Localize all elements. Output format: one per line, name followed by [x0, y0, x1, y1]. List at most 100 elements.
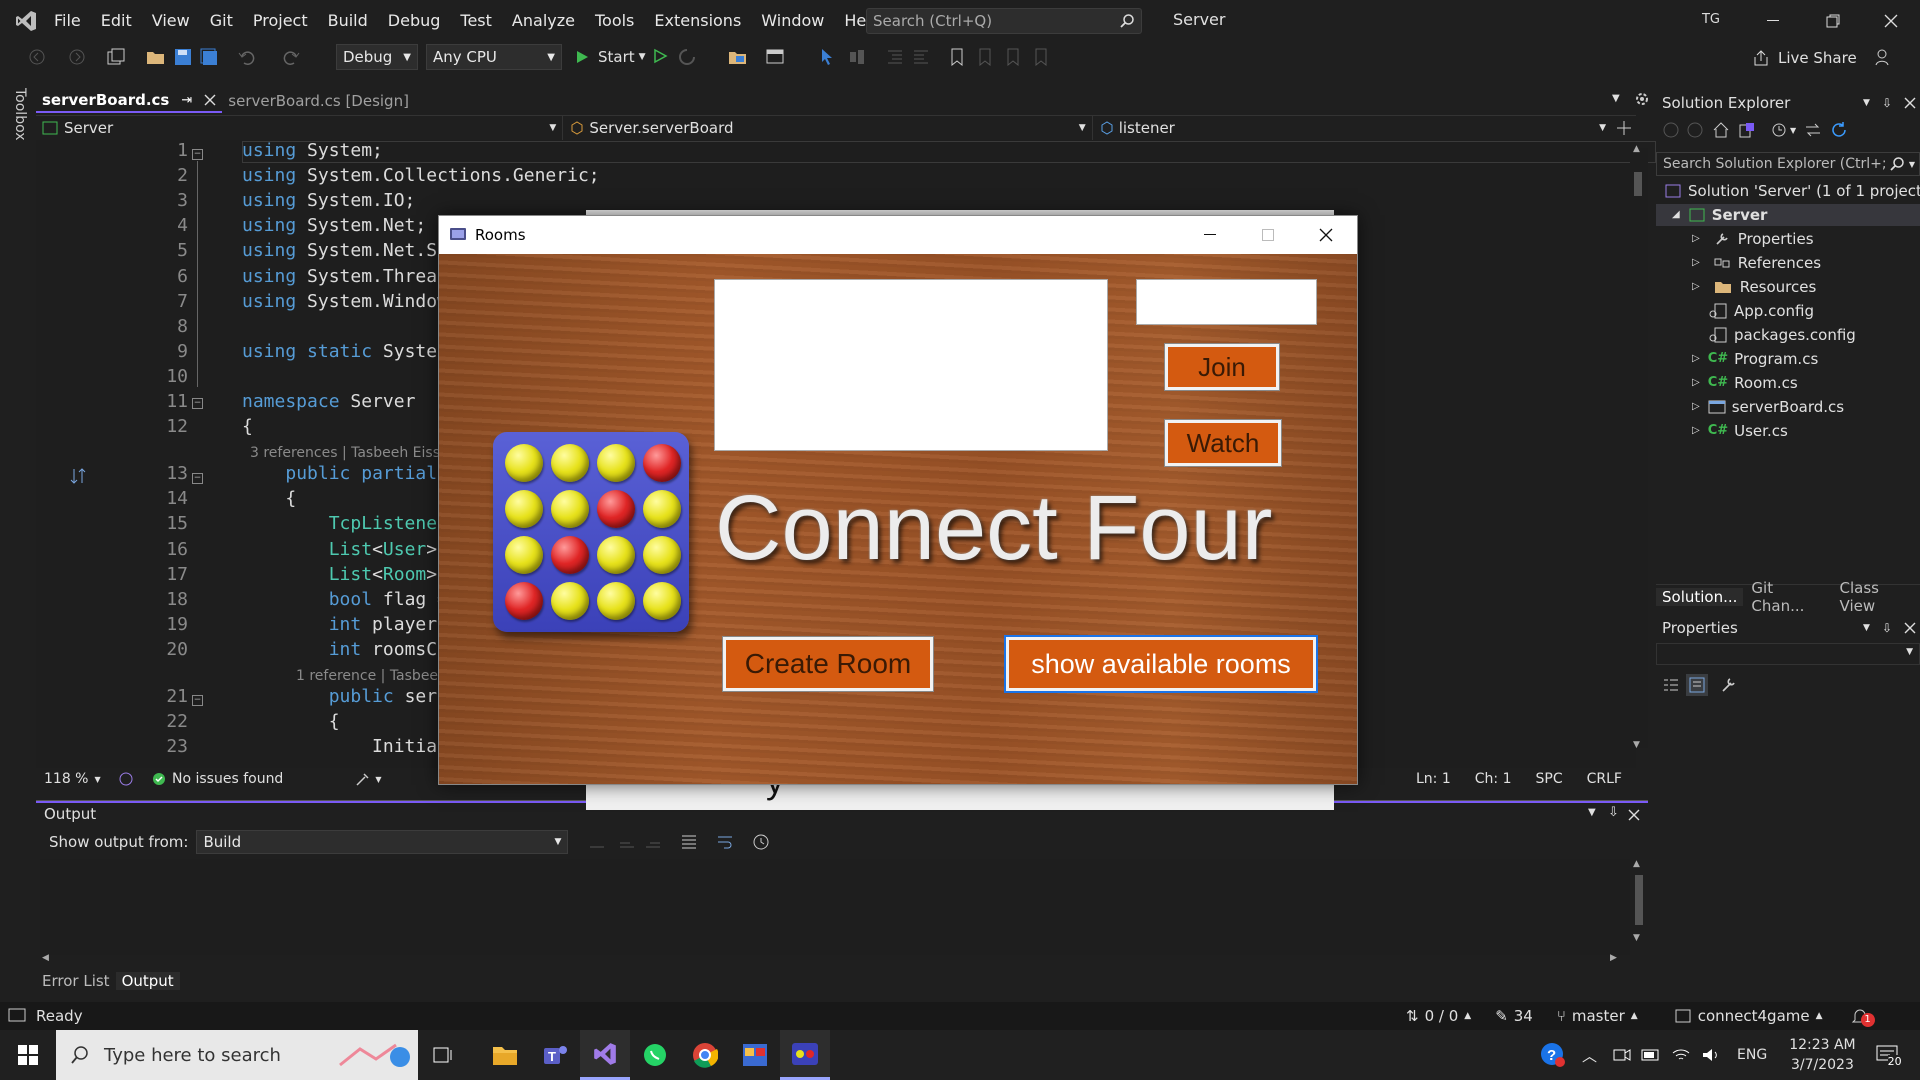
avatar[interactable]: TG	[1696, 7, 1726, 33]
solution-search-input[interactable]: Search Solution Explorer (Ctrl+; ▼	[1656, 152, 1920, 176]
wifi-icon[interactable]	[1671, 1047, 1691, 1063]
collapse-icon[interactable]: −	[192, 695, 203, 706]
commits-count[interactable]: 0 / 0	[1425, 1007, 1459, 1025]
next-message-icon[interactable]	[644, 835, 662, 849]
chevron-down-icon[interactable]: ▼	[1588, 807, 1596, 818]
folder-icon[interactable]	[728, 48, 748, 66]
close-icon[interactable]	[1904, 622, 1916, 634]
clear-all-icon[interactable]	[680, 834, 698, 850]
find-message-icon[interactable]	[588, 835, 606, 849]
word-wrap-icon[interactable]	[716, 834, 734, 850]
menu-view[interactable]: View	[142, 0, 200, 42]
collapse-icon[interactable]: −	[192, 473, 203, 484]
configuration-select[interactable]: Debug ▼	[336, 44, 418, 70]
chevron-down-icon[interactable]: ▼	[1909, 160, 1915, 169]
tab-serverboard-design[interactable]: serverBoard.cs [Design]	[222, 92, 415, 110]
member-dropdown[interactable]: listener ▼	[1093, 116, 1612, 140]
save-icon[interactable]	[174, 48, 192, 66]
toolbox-tab[interactable]: Toolbox	[6, 88, 28, 148]
tab-list-icon[interactable]: ▼	[1612, 93, 1620, 104]
volume-icon[interactable]	[1701, 1047, 1721, 1063]
branch-name[interactable]: master	[1572, 1007, 1625, 1025]
outdent-icon[interactable]	[912, 48, 930, 66]
collapsed-arrow-icon[interactable]: ▷	[1692, 372, 1700, 394]
scroll-right-icon[interactable]: ▶	[1610, 953, 1617, 963]
close-icon[interactable]	[1876, 10, 1906, 32]
vertical-scrollbar[interactable]: ▲ ▼	[1630, 144, 1648, 750]
menu-debug[interactable]: Debug	[378, 0, 451, 42]
new-project-icon[interactable]	[106, 48, 126, 66]
tree-solution[interactable]: Solution 'Server' (1 of 1 project)	[1662, 180, 1920, 202]
back-icon[interactable]	[1662, 121, 1680, 139]
expanded-arrow-icon[interactable]: ◢	[1672, 204, 1680, 226]
pending-changes-icon[interactable]	[1770, 121, 1788, 139]
align-icon[interactable]	[848, 48, 866, 66]
output-scrollbar[interactable]: ▲ ▼	[1630, 859, 1648, 955]
minimize-icon[interactable]	[1758, 10, 1788, 32]
menu-build[interactable]: Build	[318, 0, 378, 42]
tab-git-changes[interactable]: Git Chan...	[1743, 579, 1831, 615]
scrollbar-thumb[interactable]	[1634, 172, 1642, 196]
search-input[interactable]: Search (Ctrl+Q)	[866, 8, 1142, 34]
scroll-left-icon[interactable]: ◀	[42, 953, 49, 963]
hot-reload-icon[interactable]	[678, 48, 696, 66]
notification-center-icon[interactable]: 20	[1876, 1045, 1902, 1068]
start-icon[interactable]	[0, 1030, 56, 1080]
chevron-up-icon[interactable]: ▲	[1464, 1011, 1471, 1021]
tree-project-server[interactable]: ◢ Server	[1656, 204, 1920, 226]
forward-icon[interactable]	[1686, 121, 1704, 139]
tree-user-cs[interactable]: ▷ C# User.cs	[1692, 420, 1788, 442]
close-icon[interactable]	[1628, 809, 1640, 821]
file-explorer-icon[interactable]	[480, 1030, 530, 1080]
scroll-up-icon[interactable]: ▲	[1633, 144, 1640, 154]
pin-icon[interactable]: ⇩	[1882, 621, 1892, 635]
maximize-icon[interactable]	[1253, 224, 1283, 246]
tree-references[interactable]: ▷ References	[1692, 252, 1821, 274]
chevron-down-icon[interactable]: ▼	[1863, 623, 1870, 633]
battery-icon[interactable]	[1641, 1049, 1661, 1061]
issues-status[interactable]: No issues found	[172, 771, 283, 787]
tree-serverboard-cs[interactable]: ▷ serverBoard.cs	[1692, 396, 1844, 418]
teams-icon[interactable]: T	[530, 1030, 580, 1080]
undo-icon[interactable]	[238, 48, 256, 66]
collapse-icon[interactable]: −	[192, 398, 203, 409]
rooms-list-box[interactable]	[714, 279, 1108, 451]
pin-icon[interactable]: ⇩	[1882, 96, 1892, 110]
copilot-icon[interactable]	[118, 771, 134, 787]
chevron-down-icon[interactable]: ▼	[1790, 126, 1796, 135]
prev-bookmark-icon[interactable]	[978, 48, 992, 66]
tree-app-config[interactable]: App.config	[1708, 300, 1814, 322]
start-button[interactable]: Start ▼	[574, 44, 646, 70]
scroll-down-icon[interactable]: ▼	[1633, 740, 1640, 750]
codelens-references[interactable]: 3 references | Tasbeeh Eiss	[250, 445, 440, 461]
layout-icon[interactable]	[766, 48, 786, 66]
language-indicator[interactable]: ENG	[1737, 1047, 1767, 1063]
close-icon[interactable]	[1311, 224, 1341, 246]
chevron-down-icon[interactable]: ▼	[1863, 98, 1870, 108]
prev-message-icon[interactable]	[618, 835, 636, 849]
close-icon[interactable]	[204, 94, 216, 106]
next-bookmark-icon[interactable]	[1006, 48, 1020, 66]
minimize-icon[interactable]	[1195, 224, 1225, 246]
rooms-app-icon[interactable]	[780, 1030, 830, 1080]
property-pages-icon[interactable]	[1720, 676, 1738, 694]
show-available-rooms-button[interactable]: show available rooms	[1004, 635, 1318, 693]
scrollbar-thumb[interactable]	[1635, 875, 1643, 925]
tab-serverboard-cs[interactable]: serverBoard.cs ⇥	[36, 89, 223, 113]
chrome-icon[interactable]	[680, 1030, 730, 1080]
clear-bookmarks-icon[interactable]	[1034, 48, 1048, 66]
collapse-icon[interactable]: −	[192, 149, 203, 160]
notifications-icon[interactable]: 1	[1851, 1007, 1875, 1027]
collapsed-arrow-icon[interactable]: ▷	[1692, 420, 1700, 442]
meet-now-icon[interactable]	[1613, 1047, 1631, 1063]
back-icon[interactable]	[28, 48, 46, 66]
open-folder-icon[interactable]	[146, 48, 166, 66]
winforms-app-icon[interactable]	[730, 1030, 780, 1080]
scroll-up-icon[interactable]: ▲	[1633, 859, 1640, 869]
object-selector[interactable]: ▼	[1656, 643, 1920, 665]
menu-test[interactable]: Test	[450, 0, 502, 42]
close-icon[interactable]	[1904, 97, 1916, 109]
indent-icon[interactable]	[886, 48, 904, 66]
redo-icon[interactable]	[282, 48, 300, 66]
codelens-indicator-icon[interactable]	[70, 467, 86, 485]
